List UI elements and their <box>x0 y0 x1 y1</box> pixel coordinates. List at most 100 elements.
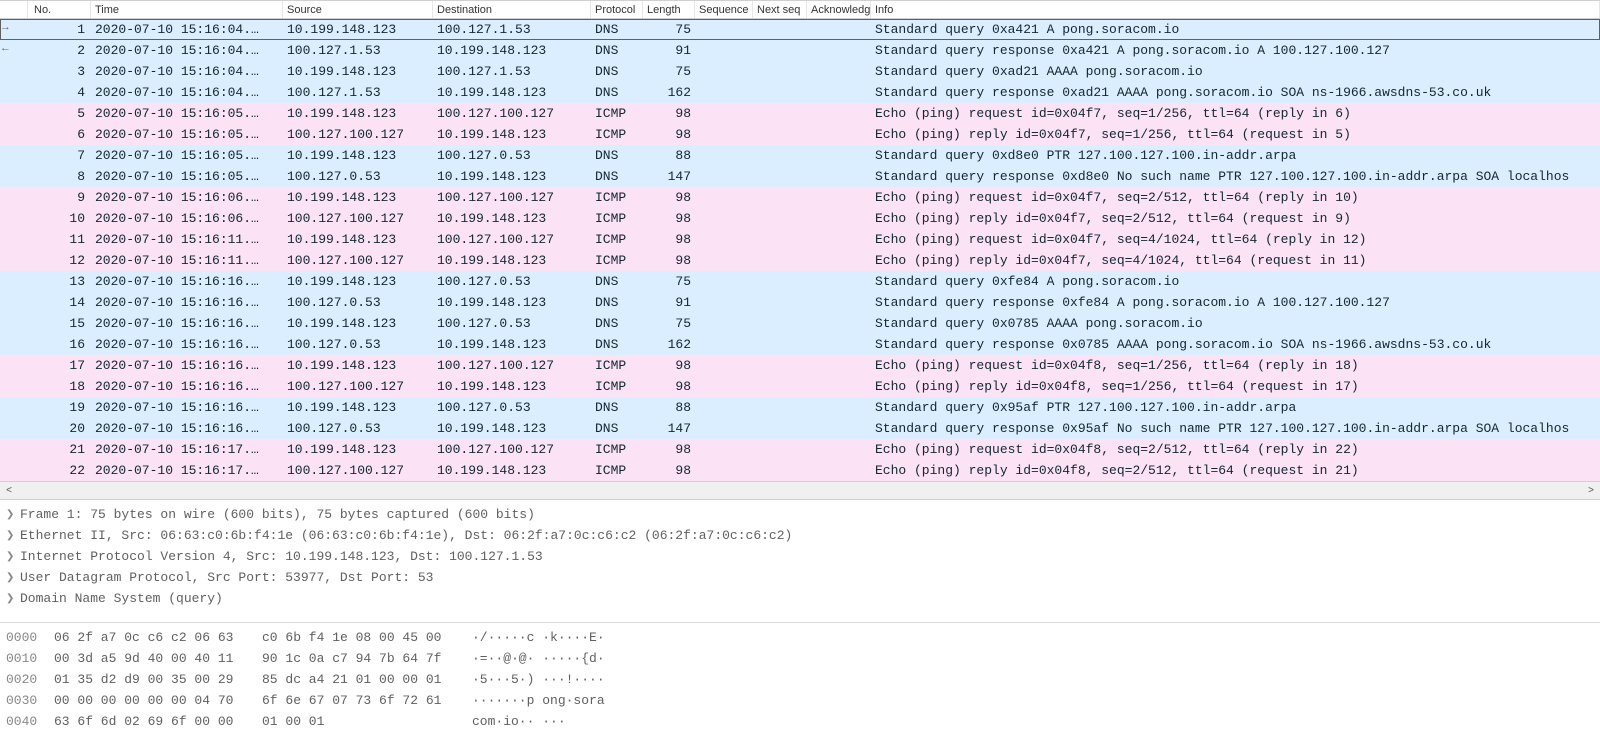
hex-ascii: ·······p ong·sora <box>472 693 605 708</box>
packet-row[interactable]: 212020-07-10 15:16:17.…10.199.148.123100… <box>0 439 1600 460</box>
cell-info: Echo (ping) reply id=0x04f7, seq=2/512, … <box>871 208 1600 229</box>
packet-row[interactable]: 202020-07-10 15:16:16.…100.127.0.5310.19… <box>0 418 1600 439</box>
packet-row[interactable]: 32020-07-10 15:16:04.…10.199.148.123100.… <box>0 61 1600 82</box>
cell-no: 1 <box>28 19 91 40</box>
cell-protocol: ICMP <box>591 460 643 481</box>
packet-row[interactable]: 102020-07-10 15:16:06.…100.127.100.12710… <box>0 208 1600 229</box>
row-gutter <box>0 61 28 82</box>
cell-no: 5 <box>28 103 91 124</box>
packet-row[interactable]: 162020-07-10 15:16:16.…100.127.0.5310.19… <box>0 334 1600 355</box>
packet-row[interactable]: 132020-07-10 15:16:16.…10.199.148.123100… <box>0 271 1600 292</box>
header-sequence[interactable]: Sequence <box>695 1 753 18</box>
cell-no: 12 <box>28 250 91 271</box>
cell-time: 2020-07-10 15:16:05.… <box>91 103 283 124</box>
packet-row[interactable]: 72020-07-10 15:16:05.…10.199.148.123100.… <box>0 145 1600 166</box>
cell-source: 100.127.0.53 <box>283 166 433 187</box>
cell-ack <box>807 166 871 187</box>
hex-row[interactable]: 002001 35 d2 d9 00 35 00 2985 dc a4 21 0… <box>6 669 1594 690</box>
detail-tree-item[interactable]: ❯Ethernet II, Src: 06:63:c0:6b:f4:1e (06… <box>6 525 1594 546</box>
cell-protocol: ICMP <box>591 439 643 460</box>
packet-row[interactable]: 12020-07-10 15:16:04.…10.199.148.123100.… <box>0 19 1600 40</box>
detail-tree-item[interactable]: ❯Internet Protocol Version 4, Src: 10.19… <box>6 546 1594 567</box>
packet-row[interactable]: 92020-07-10 15:16:06.…10.199.148.123100.… <box>0 187 1600 208</box>
cell-sequence <box>695 166 753 187</box>
chevron-right-icon: ❯ <box>6 572 20 584</box>
cell-time: 2020-07-10 15:16:16.… <box>91 397 283 418</box>
packet-row[interactable]: 152020-07-10 15:16:16.…10.199.148.123100… <box>0 313 1600 334</box>
row-gutter <box>0 82 28 103</box>
cell-destination: 10.199.148.123 <box>433 250 591 271</box>
cell-ack <box>807 376 871 397</box>
row-gutter <box>0 19 28 40</box>
header-protocol[interactable]: Protocol <box>591 1 643 18</box>
cell-ack <box>807 187 871 208</box>
cell-ack <box>807 208 871 229</box>
cell-source: 100.127.100.127 <box>283 376 433 397</box>
hex-row[interactable]: 001000 3d a5 9d 40 00 40 1190 1c 0a c7 9… <box>6 648 1594 669</box>
hex-row[interactable]: 000006 2f a7 0c c6 c2 06 63c0 6b f4 1e 0… <box>6 627 1594 648</box>
packet-row[interactable]: 192020-07-10 15:16:16.…10.199.148.123100… <box>0 397 1600 418</box>
header-ack[interactable]: Acknowledg <box>807 1 871 18</box>
packet-row[interactable]: 122020-07-10 15:16:11.…100.127.100.12710… <box>0 250 1600 271</box>
cell-ack <box>807 418 871 439</box>
detail-tree-item[interactable]: ❯User Datagram Protocol, Src Port: 53977… <box>6 567 1594 588</box>
packet-row[interactable]: 62020-07-10 15:16:05.…100.127.100.12710.… <box>0 124 1600 145</box>
hex-row[interactable]: 003000 00 00 00 00 00 04 706f 6e 67 07 7… <box>6 690 1594 711</box>
header-time[interactable]: Time <box>91 1 283 18</box>
cell-length: 98 <box>643 250 695 271</box>
packet-row[interactable]: 82020-07-10 15:16:05.…100.127.0.5310.199… <box>0 166 1600 187</box>
packet-row[interactable]: 112020-07-10 15:16:11.…10.199.148.123100… <box>0 229 1600 250</box>
cell-time: 2020-07-10 15:16:04.… <box>91 19 283 40</box>
cell-sequence <box>695 40 753 61</box>
detail-tree-item[interactable]: ❯Frame 1: 75 bytes on wire (600 bits), 7… <box>6 504 1594 525</box>
cell-ack <box>807 397 871 418</box>
cell-length: 98 <box>643 229 695 250</box>
cell-nextseq <box>753 208 807 229</box>
packet-row[interactable]: 142020-07-10 15:16:16.…100.127.0.5310.19… <box>0 292 1600 313</box>
cell-destination: 10.199.148.123 <box>433 82 591 103</box>
packet-bytes-hex[interactable]: 000006 2f a7 0c c6 c2 06 63c0 6b f4 1e 0… <box>0 623 1600 730</box>
detail-tree-item[interactable]: ❯Domain Name System (query) <box>6 588 1594 609</box>
header-length[interactable]: Length <box>643 1 695 18</box>
header-nextseq[interactable]: Next seq <box>753 1 807 18</box>
packet-row[interactable]: 182020-07-10 15:16:16.…100.127.100.12710… <box>0 376 1600 397</box>
cell-destination: 10.199.148.123 <box>433 166 591 187</box>
hex-row[interactable]: 004063 6f 6d 02 69 6f 00 0001 00 01com·i… <box>6 711 1594 730</box>
detail-text: Internet Protocol Version 4, Src: 10.199… <box>20 549 543 564</box>
header-no[interactable]: No. <box>28 1 91 18</box>
packet-row[interactable]: 52020-07-10 15:16:05.…10.199.148.123100.… <box>0 103 1600 124</box>
hex-bytes: c0 6b f4 1e 08 00 45 00 <box>262 630 472 645</box>
header-source[interactable]: Source <box>283 1 433 18</box>
cell-time: 2020-07-10 15:16:04.… <box>91 82 283 103</box>
row-gutter <box>0 460 28 481</box>
cell-protocol: DNS <box>591 19 643 40</box>
packet-row[interactable]: 42020-07-10 15:16:04.…100.127.1.5310.199… <box>0 82 1600 103</box>
cell-source: 10.199.148.123 <box>283 145 433 166</box>
cell-protocol: ICMP <box>591 208 643 229</box>
cell-protocol: DNS <box>591 40 643 61</box>
detail-text: Ethernet II, Src: 06:63:c0:6b:f4:1e (06:… <box>20 528 792 543</box>
row-gutter <box>0 229 28 250</box>
packet-list-hscrollbar[interactable]: < > <box>0 481 1600 500</box>
scroll-left-icon[interactable]: < <box>2 485 16 496</box>
packet-list-header[interactable]: No. Time Source Destination Protocol Len… <box>0 0 1600 19</box>
header-info[interactable]: Info <box>871 1 1600 18</box>
cell-time: 2020-07-10 15:16:06.… <box>91 187 283 208</box>
packet-row[interactable]: 222020-07-10 15:16:17.…100.127.100.12710… <box>0 460 1600 481</box>
hex-bytes: 63 6f 6d 02 69 6f 00 00 <box>54 714 262 729</box>
packet-list[interactable]: → ← 12020-07-10 15:16:04.…10.199.148.123… <box>0 19 1600 481</box>
cell-length: 162 <box>643 334 695 355</box>
header-destination[interactable]: Destination <box>433 1 591 18</box>
cell-protocol: ICMP <box>591 103 643 124</box>
cell-no: 20 <box>28 418 91 439</box>
cell-nextseq <box>753 460 807 481</box>
cell-time: 2020-07-10 15:16:16.… <box>91 271 283 292</box>
packet-row[interactable]: 172020-07-10 15:16:16.…10.199.148.123100… <box>0 355 1600 376</box>
packet-details-tree[interactable]: ❯Frame 1: 75 bytes on wire (600 bits), 7… <box>0 500 1600 623</box>
packet-row[interactable]: 22020-07-10 15:16:04.…100.127.1.5310.199… <box>0 40 1600 61</box>
cell-nextseq <box>753 103 807 124</box>
cell-sequence <box>695 439 753 460</box>
cell-ack <box>807 124 871 145</box>
cell-ack <box>807 292 871 313</box>
scroll-right-icon[interactable]: > <box>1584 485 1598 496</box>
